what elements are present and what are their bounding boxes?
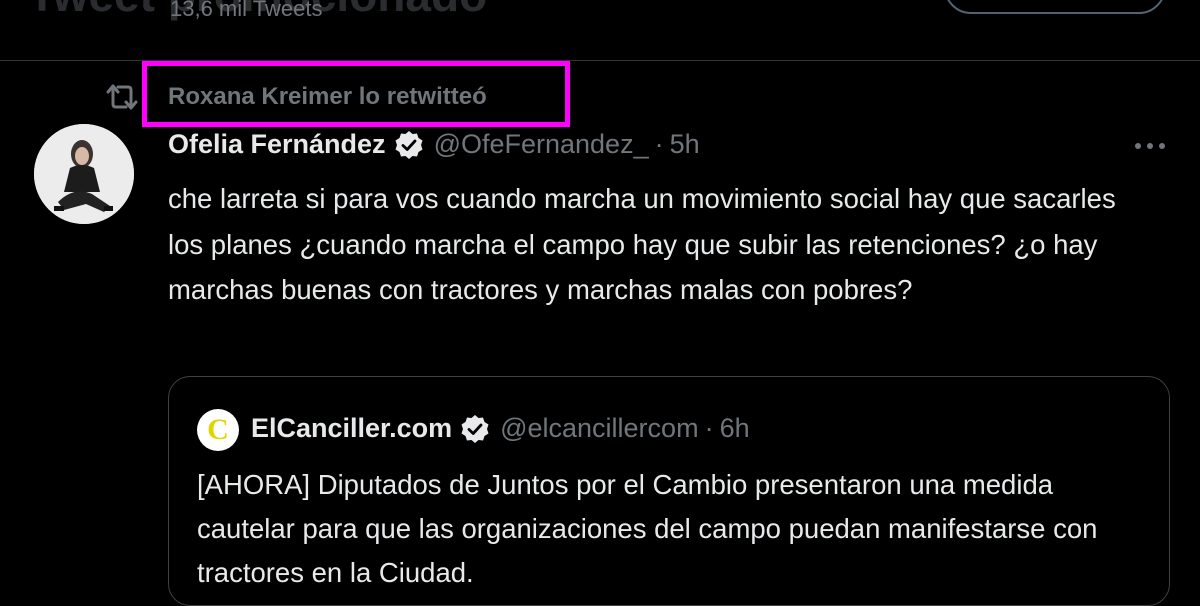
quoted-author-handle[interactable]: @elcancillercom <box>500 413 698 443</box>
tweet-header: Ofelia Fernández @OfeFernandez_ · 5h <box>168 129 700 163</box>
quoted-tweet-text: [AHORA] Diputados de Juntos por el Cambi… <box>197 469 1098 588</box>
follow-button[interactable] <box>944 0 1166 14</box>
quoted-tweet-card[interactable]: C ElCanciller.com @elcancillercom · 6h [AH… <box>168 376 1170 606</box>
retweet-label[interactable]: Roxana Kreimer lo retwitteó <box>168 83 487 111</box>
profile-header: Tweet promocionado 13,6 mil Tweets <box>0 0 1200 60</box>
separator-dot: · <box>654 129 664 159</box>
retweet-icon <box>106 84 138 110</box>
avatar[interactable] <box>34 124 134 224</box>
verified-badge-icon <box>395 130 423 159</box>
separator-dot: · <box>704 413 714 443</box>
quoted-avatar-letter: C <box>207 413 229 446</box>
tweet-time[interactable]: 5h <box>670 129 700 159</box>
author-name[interactable]: Ofelia Fernández <box>168 129 386 159</box>
quoted-tweet-time[interactable]: 6h <box>720 413 750 443</box>
quoted-tweet-header: ElCanciller.com @elcancillercom · 6h <box>251 413 750 444</box>
tweet-text: che larreta si para vos cuando marcha un… <box>168 183 1116 305</box>
quoted-author-name[interactable]: ElCanciller.com <box>251 413 452 443</box>
more-horizontal-icon[interactable] <box>1132 140 1168 152</box>
quoted-avatar[interactable]: C <box>197 409 239 451</box>
verified-badge-icon <box>461 414 489 443</box>
author-handle[interactable]: @OfeFernandez_ <box>434 129 649 159</box>
avatar-photo <box>34 124 134 224</box>
tweet-count: 13,6 mil Tweets <box>170 0 323 21</box>
